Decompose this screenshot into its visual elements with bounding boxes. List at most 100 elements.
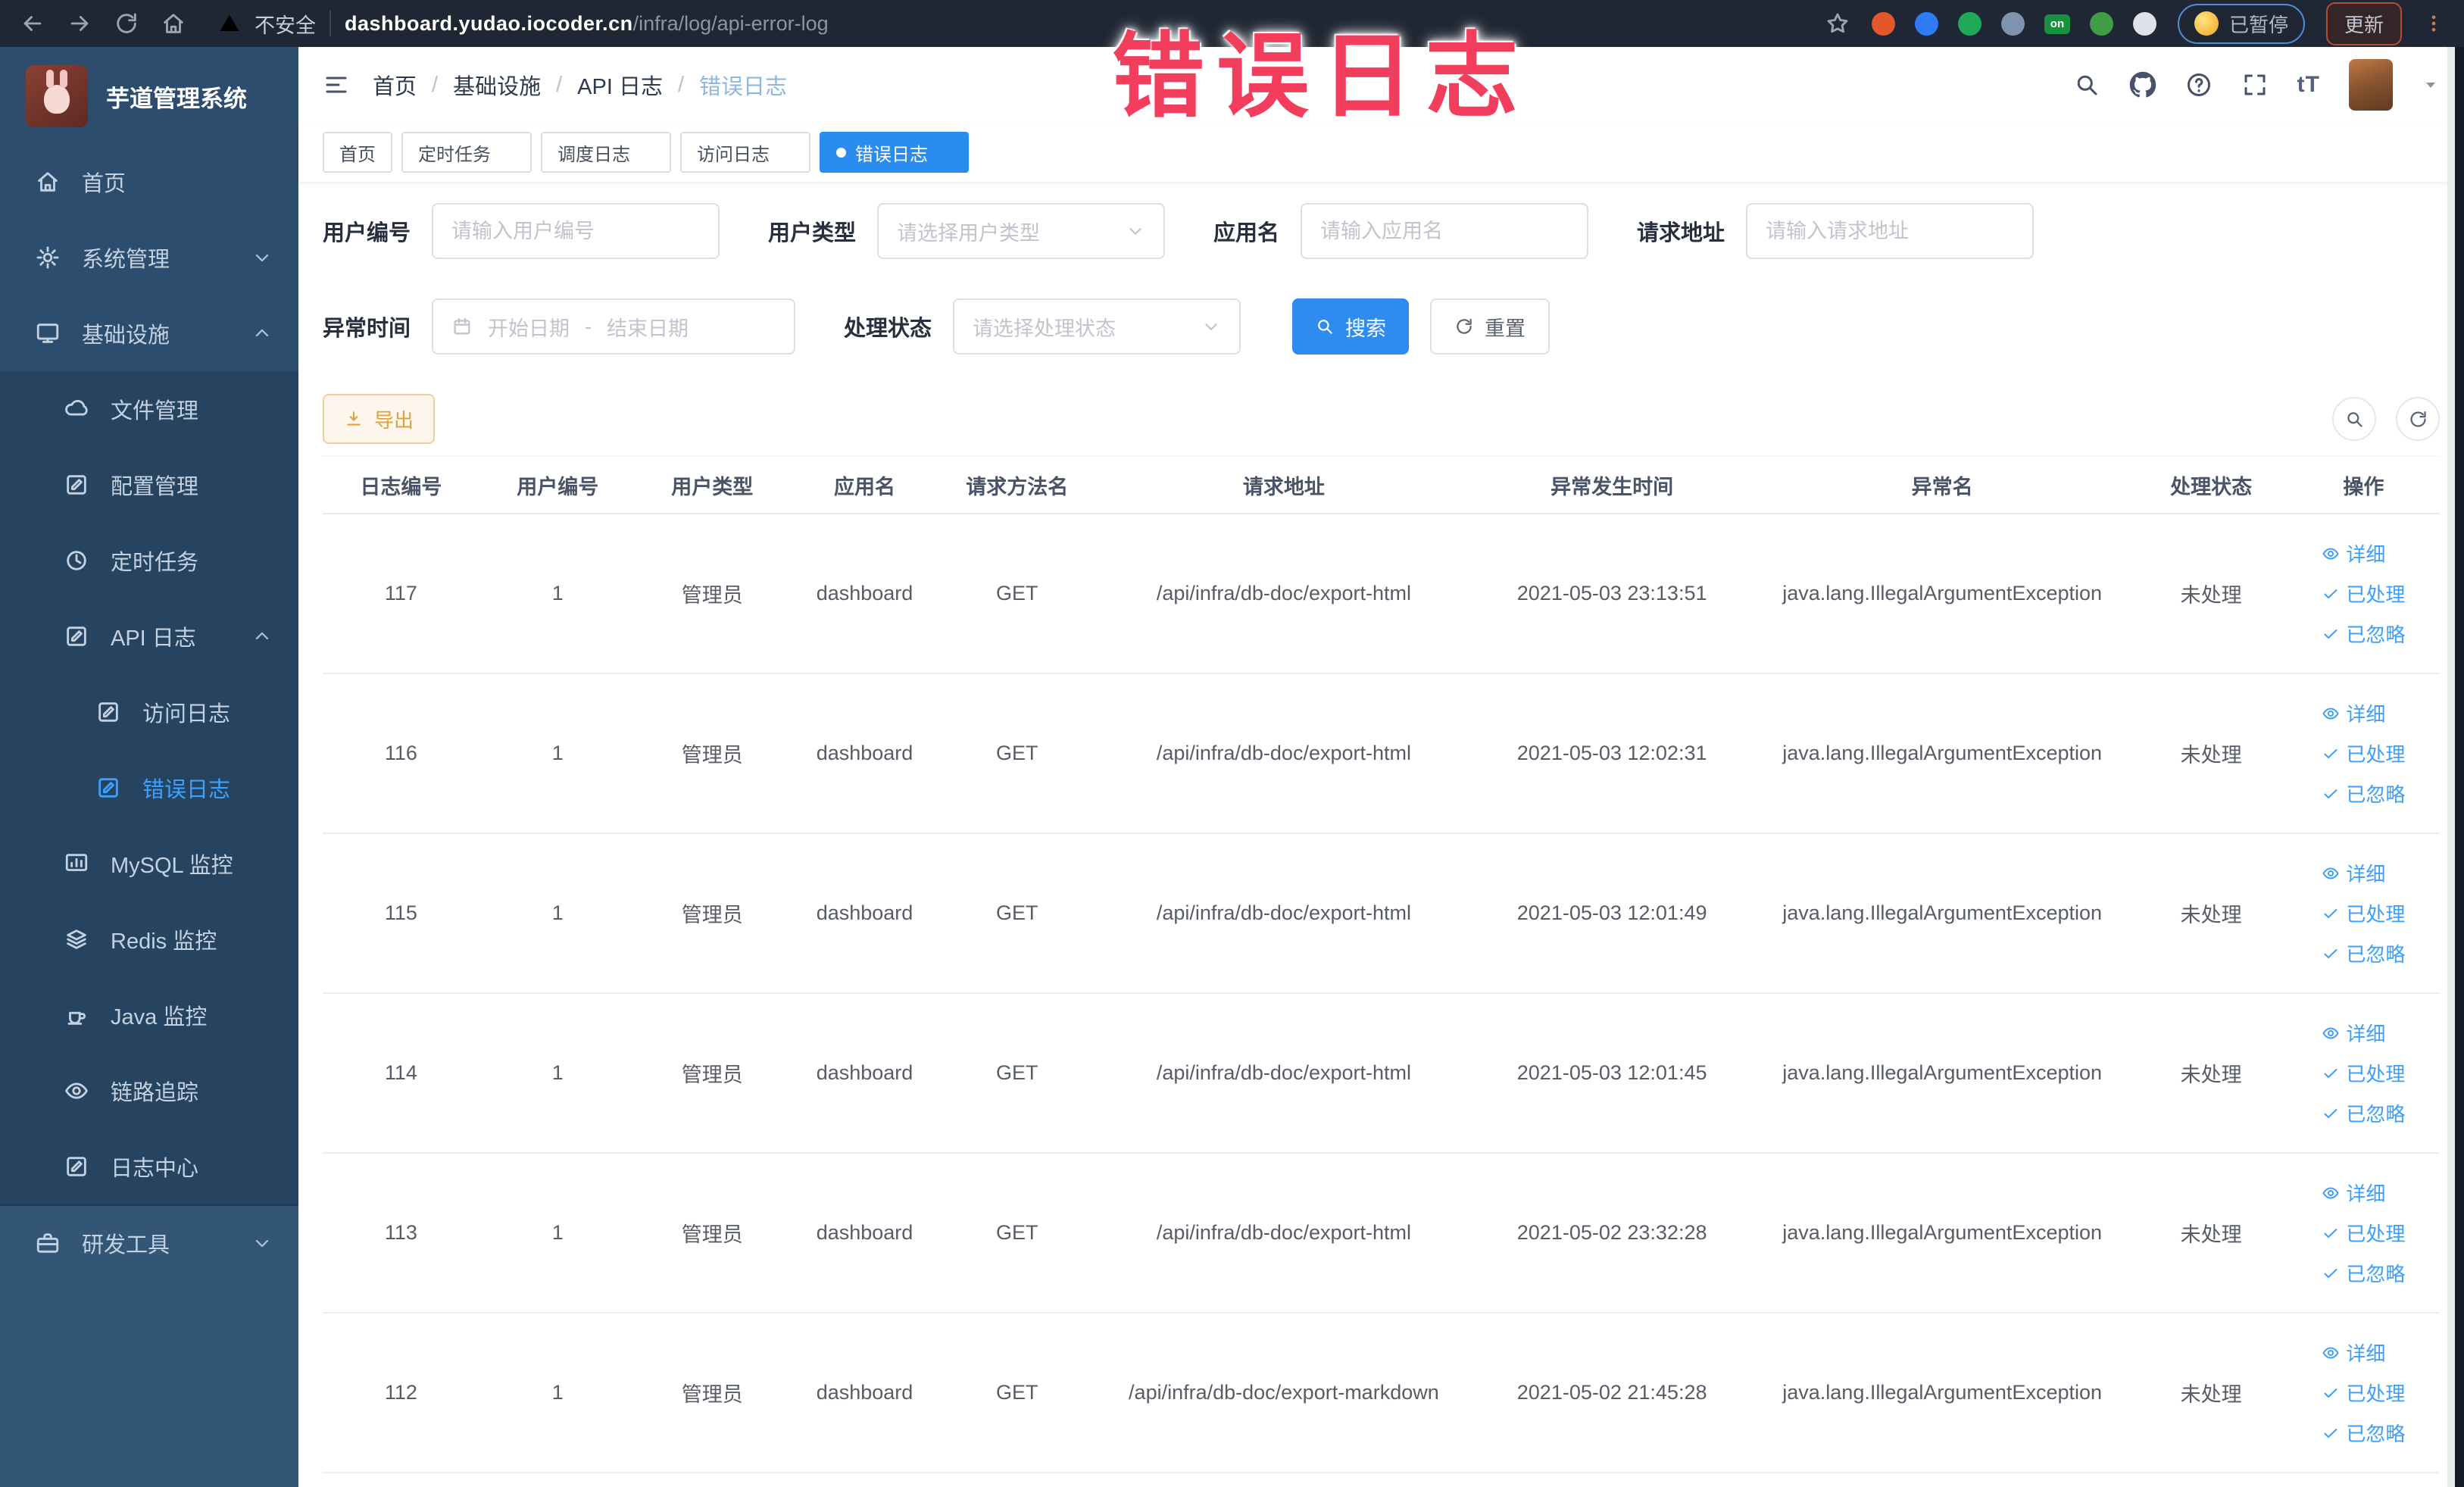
ignored-link[interactable]: 已忽略 bbox=[2322, 939, 2405, 967]
extension-icon-puzzle[interactable] bbox=[2132, 11, 2156, 36]
extension-icon-leaf[interactable] bbox=[2089, 11, 2113, 36]
ignored-link[interactable]: 已忽略 bbox=[2322, 1099, 2405, 1127]
update-button[interactable]: 更新 bbox=[2325, 2, 2402, 45]
ignored-link[interactable]: 已忽略 bbox=[2322, 779, 2405, 808]
font-size-icon[interactable]: tT bbox=[2297, 72, 2320, 98]
cell-url: /api/infra/db-doc/export-markdown bbox=[1129, 1381, 1439, 1404]
help-icon[interactable] bbox=[2185, 71, 2213, 98]
process-status-select[interactable]: 请选择处理状态 bbox=[953, 298, 1241, 355]
breadcrumb-item[interactable]: API 日志 bbox=[577, 69, 663, 101]
tab-调度日志[interactable]: 调度日志 bbox=[541, 132, 671, 173]
sidebar-item-label: 首页 bbox=[82, 172, 126, 196]
processed-link[interactable]: 已处理 bbox=[2322, 739, 2405, 767]
close-icon[interactable] bbox=[937, 145, 952, 160]
address-bar[interactable]: 不安全 dashboard.yudao.iocoder.cn/infra/log… bbox=[218, 9, 829, 39]
close-icon[interactable] bbox=[639, 145, 654, 160]
user-id-input[interactable] bbox=[432, 203, 720, 259]
app-layout: 芋道管理系统 首页 系统管理 基础设施 文件管理 配置管理 定时任务 API 日志 访问日志错… bbox=[0, 47, 2464, 1487]
tab-首页[interactable]: 首页 bbox=[323, 132, 392, 173]
date-range-picker[interactable]: 开始日期 - 结束日期 bbox=[432, 298, 796, 355]
column-header: 日志编号 bbox=[360, 475, 442, 498]
extension-icon-on-badge[interactable]: on bbox=[2044, 14, 2070, 34]
user-caret-down-icon[interactable] bbox=[2422, 76, 2440, 94]
back-icon[interactable] bbox=[20, 11, 45, 36]
extension-icon-grid[interactable] bbox=[2000, 11, 2025, 36]
detail-link[interactable]: 详细 bbox=[2322, 859, 2385, 887]
sidebar-item-tracer[interactable]: 链路追踪 bbox=[0, 1053, 298, 1129]
ignored-link[interactable]: 已忽略 bbox=[2322, 1259, 2405, 1287]
sidebar-item-home[interactable]: 首页 bbox=[0, 144, 298, 220]
browser-menu-dots-icon[interactable] bbox=[2423, 13, 2444, 34]
detail-link[interactable]: 详细 bbox=[2322, 1339, 2385, 1367]
close-icon[interactable] bbox=[779, 145, 794, 160]
sidebar-item-access-log[interactable]: 访问日志 bbox=[0, 674, 298, 750]
bookmark-star-icon[interactable] bbox=[1825, 11, 1850, 36]
search-button[interactable]: 搜索 bbox=[1292, 298, 1410, 355]
sidebar-item-api-log[interactable]: API 日志 bbox=[0, 598, 298, 674]
processed-link[interactable]: 已处理 bbox=[2322, 899, 2405, 927]
cell-user_type: 管理员 bbox=[681, 1383, 743, 1406]
cell-status: 未处理 bbox=[2180, 584, 2242, 607]
extension-icon-orange[interactable] bbox=[1871, 11, 1895, 36]
processed-link[interactable]: 已处理 bbox=[2322, 579, 2405, 608]
sidebar-item-log-center[interactable]: 日志中心 bbox=[0, 1129, 298, 1204]
filter-row-2: 异常时间 开始日期 - 结束日期 处理状态 请选择处理状态 搜索 重置 bbox=[323, 298, 2440, 355]
ignored-link[interactable]: 已忽略 bbox=[2322, 620, 2405, 648]
forward-icon[interactable] bbox=[67, 11, 92, 36]
detail-link[interactable]: 详细 bbox=[2322, 699, 2385, 727]
sidebar-item-job[interactable]: 定时任务 bbox=[0, 523, 298, 598]
reload-icon[interactable] bbox=[114, 11, 139, 36]
tab-定时任务[interactable]: 定时任务 bbox=[401, 132, 532, 173]
sidebar-item-java[interactable]: Java 监控 bbox=[0, 977, 298, 1053]
processed-link[interactable]: 已处理 bbox=[2322, 1379, 2405, 1407]
paused-pill[interactable]: 已暂停 bbox=[2177, 3, 2305, 44]
cell-url: /api/infra/db-doc/export-html bbox=[1156, 742, 1411, 764]
breadcrumb-item[interactable]: 基础设施 bbox=[453, 69, 541, 101]
reset-button[interactable]: 重置 bbox=[1430, 298, 1551, 355]
cell-actions: 详细 已处理 已忽略 bbox=[2288, 1339, 2440, 1447]
sidebar-item-config[interactable]: 配置管理 bbox=[0, 447, 298, 523]
toggle-search-button[interactable] bbox=[2332, 397, 2376, 441]
cell-user_type: 管理员 bbox=[681, 744, 743, 767]
table-settings-buttons bbox=[2332, 397, 2440, 441]
detail-link[interactable]: 详细 bbox=[2322, 1019, 2385, 1047]
processed-link[interactable]: 已处理 bbox=[2322, 1059, 2405, 1087]
processed-link[interactable]: 已处理 bbox=[2322, 1219, 2405, 1247]
sidebar-item-error-log[interactable]: 错误日志 bbox=[0, 750, 298, 826]
user-type-select[interactable]: 请选择用户类型 bbox=[877, 203, 1166, 259]
tab-访问日志[interactable]: 访问日志 bbox=[680, 132, 810, 173]
export-button[interactable]: 导出 bbox=[323, 394, 436, 444]
app-name-input[interactable] bbox=[1301, 203, 1589, 259]
sidebar-item-dev-tools[interactable]: 研发工具 bbox=[0, 1204, 298, 1280]
sidebar-item-redis[interactable]: Redis 监控 bbox=[0, 901, 298, 977]
sidebar-item-infra[interactable]: 基础设施 bbox=[0, 295, 298, 371]
detail-link[interactable]: 详细 bbox=[2322, 539, 2385, 567]
tab-错误日志[interactable]: 错误日志 bbox=[820, 132, 969, 173]
check-icon bbox=[2322, 945, 2340, 963]
detail-link[interactable]: 详细 bbox=[2322, 1179, 2385, 1207]
scrollbar[interactable] bbox=[2447, 47, 2464, 1487]
ignored-link[interactable]: 已忽略 bbox=[2322, 1419, 2405, 1447]
avatar[interactable] bbox=[2349, 59, 2393, 111]
browser-home-icon[interactable] bbox=[161, 11, 186, 36]
extension-icon-shield[interactable] bbox=[1914, 11, 1938, 36]
sidebar-item-mysql[interactable]: MySQL 监控 bbox=[0, 826, 298, 901]
fullscreen-icon[interactable] bbox=[2241, 71, 2269, 98]
breadcrumb-item[interactable]: 首页 bbox=[373, 69, 417, 101]
column-header: 异常名 bbox=[1911, 475, 1973, 498]
sidebar-item-label: 配置管理 bbox=[111, 475, 199, 499]
collapse-sidebar-icon[interactable] bbox=[323, 71, 350, 98]
request-url-input[interactable] bbox=[1746, 203, 2035, 259]
sidebar-item-system[interactable]: 系统管理 bbox=[0, 220, 298, 295]
close-icon[interactable] bbox=[500, 145, 515, 160]
cell-time: 2021-05-03 12:01:45 bbox=[1516, 1061, 1707, 1084]
sidebar-item-file[interactable]: 文件管理 bbox=[0, 371, 298, 447]
sidebar-logo-row[interactable]: 芋道管理系统 bbox=[0, 47, 298, 144]
filter-user-type: 用户类型 请选择用户类型 bbox=[768, 203, 1166, 259]
search-icon[interactable] bbox=[2073, 71, 2100, 98]
not-secure-warning-icon[interactable] bbox=[218, 12, 241, 35]
refresh-table-button[interactable] bbox=[2396, 397, 2440, 441]
extension-icon-green-v[interactable] bbox=[1957, 11, 1982, 36]
github-icon[interactable] bbox=[2129, 71, 2156, 98]
cell-url: /api/infra/db-doc/export-html bbox=[1156, 582, 1411, 604]
